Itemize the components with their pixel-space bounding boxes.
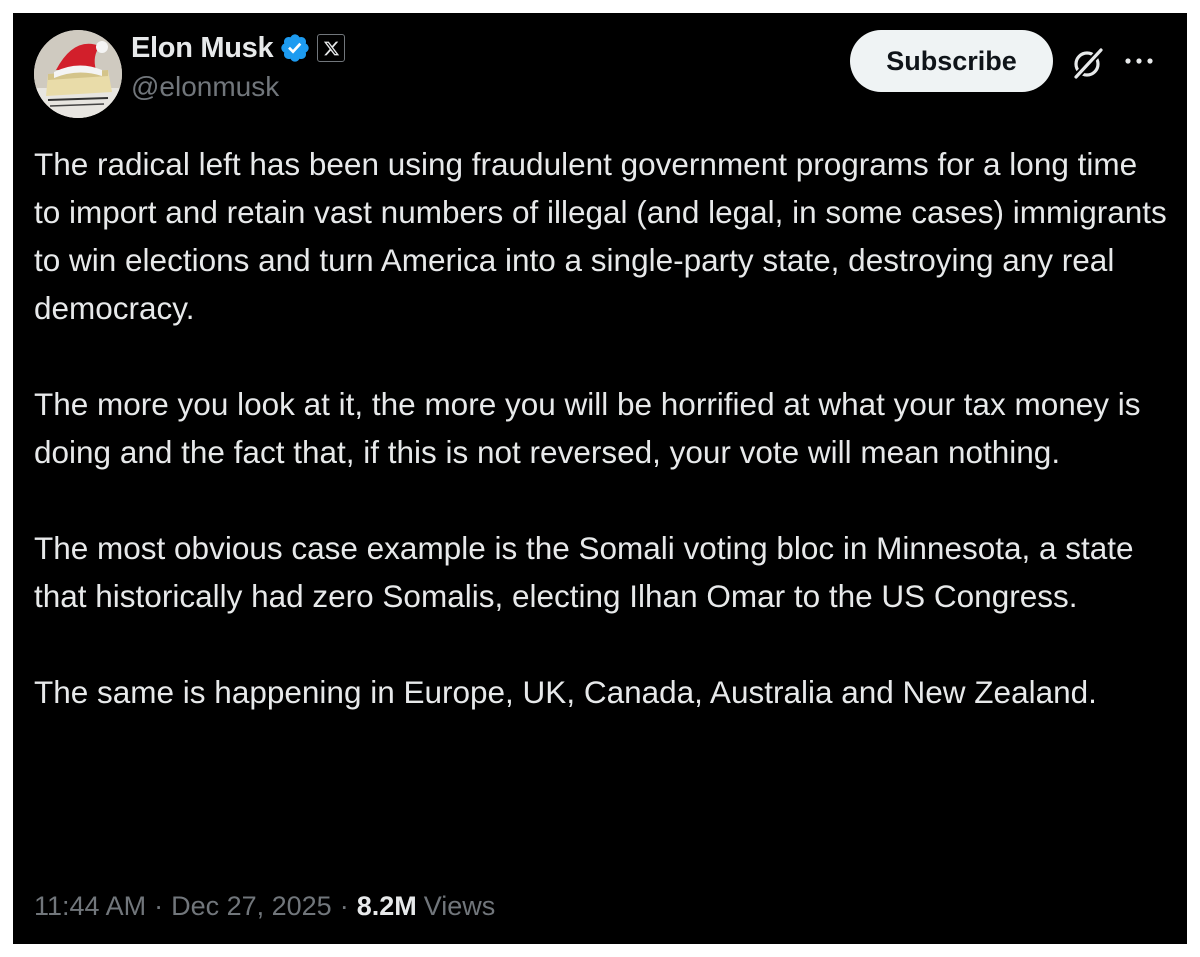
subscribe-button[interactable]: Subscribe — [850, 30, 1053, 92]
post-date[interactable]: Dec 27, 2025 — [171, 891, 332, 922]
grok-icon[interactable] — [1070, 45, 1106, 81]
views-count[interactable]: 8.2M — [357, 891, 417, 922]
views-label[interactable]: Views — [424, 891, 496, 922]
post-paragraph: The radical left has been using fraudule… — [34, 146, 1167, 326]
author-name-row: Elon Musk — [131, 28, 346, 68]
meta-separator: · — [339, 891, 349, 921]
post-text: The radical left has been using fraudule… — [34, 140, 1169, 716]
post-card: Elon Musk @elonmusk Subscribe The radica… — [13, 13, 1187, 944]
author-handle[interactable]: @elonmusk — [131, 71, 279, 103]
x-logo-icon[interactable] — [317, 34, 346, 62]
author-display-name[interactable]: Elon Musk — [131, 32, 274, 65]
post-time[interactable]: 11:44 AM — [34, 891, 146, 922]
meta-separator: · — [154, 891, 164, 921]
x-glyph-icon — [323, 41, 339, 55]
avatar-image — [34, 30, 122, 118]
post-paragraph: The more you look at it, the more you wi… — [34, 386, 1141, 470]
avatar[interactable] — [34, 30, 122, 118]
more-icon[interactable] — [1123, 51, 1155, 71]
post-paragraph: The most obvious case example is the Som… — [34, 530, 1134, 614]
verified-badge-icon[interactable] — [279, 32, 311, 64]
post-paragraph: The same is happening in Europe, UK, Can… — [34, 674, 1097, 710]
post-meta: 11:44 AM · Dec 27, 2025 · 8.2M Views — [34, 891, 495, 922]
